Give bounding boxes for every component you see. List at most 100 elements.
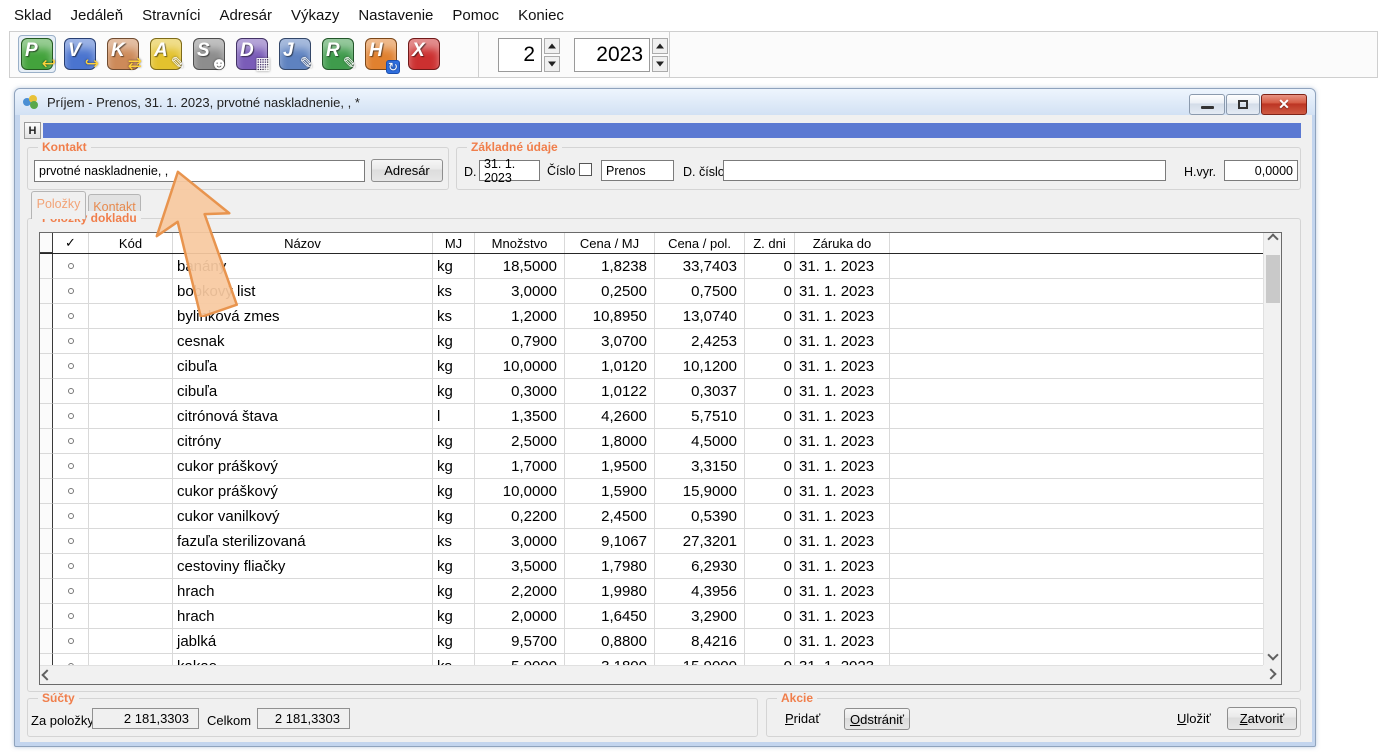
exit-button[interactable]: X (405, 35, 443, 73)
ulozit-button[interactable]: Uložiť (1177, 711, 1211, 726)
table-row[interactable]: cesnakkg0,79003,07002,4253031. 1. 2023 (40, 329, 1281, 354)
year-up-button[interactable] (652, 38, 668, 54)
menu-item-jedalen[interactable]: Jedáleň (71, 7, 124, 24)
cell-mj: kg (433, 379, 475, 404)
korekcia-button[interactable]: K⇄ (104, 35, 142, 73)
column-header-nazov[interactable]: Názov (173, 233, 433, 253)
cell-mnozstvo: 10,0000 (475, 479, 565, 504)
cell-kod (89, 304, 173, 329)
cell-kod (89, 379, 173, 404)
cell-nazov: cesnak (173, 329, 433, 354)
table-row[interactable]: cukor práškovýkg10,00001,590015,9000031.… (40, 479, 1281, 504)
maximize-button[interactable] (1226, 94, 1260, 115)
table-row[interactable]: cibuľakg10,00001,012010,1200031. 1. 2023 (40, 354, 1281, 379)
menu-item-pomoc[interactable]: Pomoc (452, 7, 499, 24)
cell-mnozstvo: 0,7900 (475, 329, 565, 354)
vertical-scroll-thumb[interactable] (1266, 255, 1280, 303)
menu-item-stravnici[interactable]: Stravníci (142, 7, 200, 24)
vydaj-button[interactable]: V↪ (61, 35, 99, 73)
column-header-mj[interactable]: MJ (433, 233, 475, 253)
year-down-button[interactable] (652, 56, 668, 72)
table-row[interactable]: fazuľa sterilizovanáks3,00009,106727,320… (40, 529, 1281, 554)
cell-zaruka-do: 31. 1. 2023 (795, 279, 890, 304)
cell-mnozstvo: 1,2000 (475, 304, 565, 329)
zatvorit-button[interactable]: Zatvoriť (1227, 707, 1297, 730)
table-row[interactable]: citrónová štaval1,35004,26005,7510031. 1… (40, 404, 1281, 429)
table-row[interactable]: cukor vanilkovýkg0,22002,45000,5390031. … (40, 504, 1281, 529)
table-row[interactable]: banánykg18,50001,823833,7403031. 1. 2023 (40, 254, 1281, 279)
help-button[interactable]: H↻ (362, 35, 400, 73)
column-header-kod[interactable]: Kód (89, 233, 173, 253)
cell-filler (890, 379, 1281, 404)
table-row[interactable]: bobkový listks3,00000,25000,7500031. 1. … (40, 279, 1281, 304)
menu-item-vykazy[interactable]: Výkazy (291, 7, 339, 24)
column-header-cenapol.[interactable]: Cena / pol. (655, 233, 745, 253)
adresar-button[interactable]: Adresár (371, 159, 443, 182)
column-header-mnozstvo[interactable]: Množstvo (475, 233, 565, 253)
cislo-checkbox[interactable] (579, 163, 592, 176)
dochadzka-button[interactable]: D▦ (233, 35, 271, 73)
record-marker-icon (68, 288, 74, 294)
scrollbar-corner[interactable] (1263, 665, 1281, 684)
vertical-scrollbar[interactable] (1263, 233, 1281, 667)
cell-cena-pol: 8,4216 (655, 629, 745, 654)
close-button[interactable]: ✕ (1261, 94, 1307, 115)
hvyr-field[interactable]: 0,0000 (1224, 160, 1298, 181)
scroll-up-icon[interactable] (1267, 233, 1278, 244)
cell-z-dni: 0 (745, 329, 795, 354)
year-value[interactable]: 2023 (574, 38, 650, 72)
recepty-button[interactable]: R✎ (319, 35, 357, 73)
table-row[interactable]: cukor práškovýkg1,70001,95003,3150031. 1… (40, 454, 1281, 479)
cell-filler (890, 279, 1281, 304)
table-row[interactable]: hrachkg2,20001,99804,3956031. 1. 2023 (40, 579, 1281, 604)
scroll-down-icon[interactable] (1267, 649, 1278, 660)
close-icon: ✕ (1278, 96, 1290, 113)
hvyr-label: H.vyr. (1184, 165, 1216, 179)
pridat-button[interactable]: Pridať (785, 711, 820, 726)
tab-polozky[interactable]: Položky (31, 191, 86, 219)
window-titlebar[interactable]: Príjem - Prenos, 31. 1. 2023, prvotné na… (15, 89, 1315, 115)
odstranit-button[interactable]: Odstrániť (844, 708, 910, 730)
cell-kod (89, 404, 173, 429)
adresar-button[interactable]: A✎ (147, 35, 185, 73)
menu-item-adresar[interactable]: Adresár (219, 7, 272, 24)
typ-field[interactable]: Prenos (601, 160, 674, 181)
help-icon: H↻ (365, 38, 397, 70)
column-header-zarukado[interactable]: Záruka do (795, 233, 890, 253)
h-toolbar-button[interactable]: H (24, 122, 41, 139)
record-marker-icon (68, 388, 74, 394)
menu-item-nastavenie[interactable]: Nastavenie (358, 7, 433, 24)
record-marker-icon (68, 313, 74, 319)
menu-item-sklad[interactable]: Sklad (14, 7, 52, 24)
d-cislo-field[interactable] (723, 160, 1166, 181)
month-spinner[interactable]: 2 (498, 38, 560, 72)
column-header-z.dni[interactable]: Z. dni (745, 233, 795, 253)
scroll-right-icon[interactable] (1265, 668, 1276, 679)
jedalen-button[interactable]: J✎ (276, 35, 314, 73)
table-row[interactable]: bylinková zmesks1,200010,895013,0740031.… (40, 304, 1281, 329)
cell-filler (890, 304, 1281, 329)
year-spinner[interactable]: 2023 (574, 38, 668, 72)
scroll-left-icon[interactable] (41, 669, 52, 680)
cell-filler (890, 504, 1281, 529)
table-row[interactable]: jablkákg9,57000,88008,4216031. 1. 2023 (40, 629, 1281, 654)
date-field[interactable]: 31. 1. 2023 (479, 160, 540, 181)
table-row[interactable]: hrachkg2,00001,64503,2900031. 1. 2023 (40, 604, 1281, 629)
table-row[interactable]: cestoviny fliačkykg3,50001,79806,2930031… (40, 554, 1281, 579)
menu-item-koniec[interactable]: Koniec (518, 7, 564, 24)
table-row[interactable]: citrónykg2,50001,80004,5000031. 1. 2023 (40, 429, 1281, 454)
cell-z-dni: 0 (745, 354, 795, 379)
kontakt-input[interactable]: prvotné naskladnenie, , (34, 160, 365, 182)
column-header-check[interactable]: ✓ (53, 233, 89, 253)
prijem-button[interactable]: P↩ (18, 35, 56, 73)
cell-mj: kg (433, 479, 475, 504)
minimize-button[interactable] (1189, 94, 1225, 115)
month-up-button[interactable] (544, 38, 560, 54)
cell-zaruka-do: 31. 1. 2023 (795, 479, 890, 504)
stravnici-button[interactable]: S☻ (190, 35, 228, 73)
month-down-button[interactable] (544, 56, 560, 72)
month-value[interactable]: 2 (498, 38, 542, 72)
horizontal-scrollbar[interactable] (40, 665, 1264, 684)
column-header-cenamj[interactable]: Cena / MJ (565, 233, 655, 253)
table-row[interactable]: cibuľakg0,30001,01220,3037031. 1. 2023 (40, 379, 1281, 404)
